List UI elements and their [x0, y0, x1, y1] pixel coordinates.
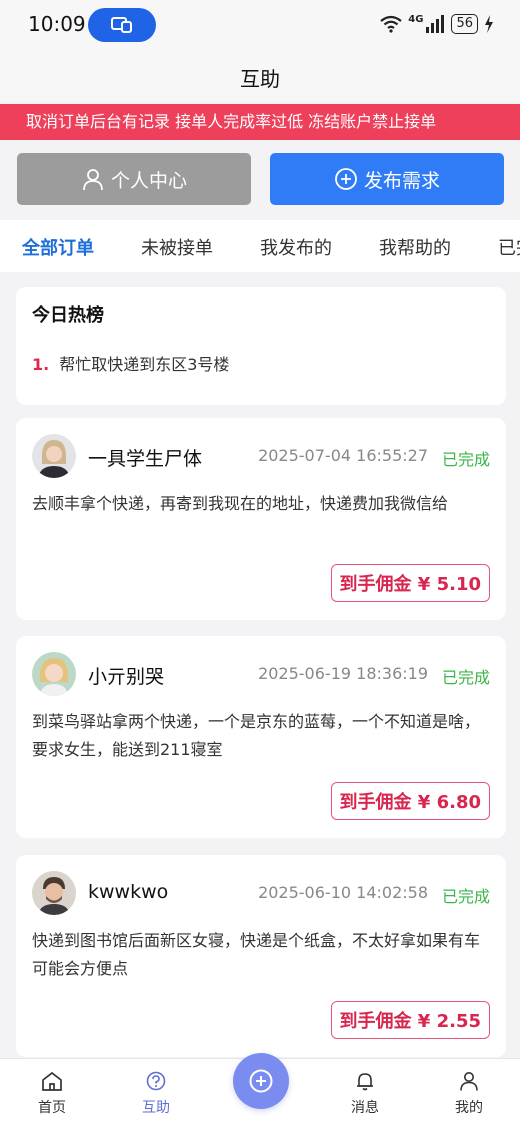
order-card[interactable]: 小亓别哭 2025-06-19 18:36:19 已完成 到菜鸟驿站拿两个快递，…	[16, 636, 506, 838]
avatar	[32, 871, 76, 915]
personal-center-label: 个人中心	[110, 169, 187, 192]
nav-mine[interactable]: 我的	[439, 1071, 499, 1117]
commission-badge: 到手佣金 ¥ 2.55	[330, 1001, 490, 1039]
order-tabs: 全部订单 未被接单 我发布的 我帮助的 已完成	[0, 220, 520, 272]
order-status: 已完成	[441, 450, 490, 469]
bell-icon	[357, 1073, 373, 1091]
tab-my-published[interactable]: 我发布的	[260, 234, 332, 260]
plus-circle-icon	[249, 1069, 273, 1093]
user-icon	[83, 169, 103, 191]
order-status: 已完成	[441, 668, 490, 687]
status-time: 10:09	[28, 12, 86, 36]
home-icon	[42, 1071, 62, 1091]
page-header: 互助	[0, 50, 520, 102]
order-card[interactable]: 一具学生尸体 2025-07-04 16:55:27 已完成 去顺丰拿个快递，再…	[16, 418, 506, 620]
tab-unaccepted[interactable]: 未被接单	[141, 234, 213, 260]
nav-home-label: 首页	[38, 1100, 66, 1116]
network-type: 4G	[408, 14, 424, 25]
order-content: 去顺丰拿个快递，再寄到我现在的地址，快递费加我微信给	[32, 494, 449, 513]
help-circle-icon	[146, 1071, 166, 1091]
status-indicators: 4G 56	[380, 14, 494, 34]
tab-completed[interactable]: 已完成	[498, 234, 520, 260]
order-time: 2025-06-19 18:36:19	[258, 664, 428, 683]
order-status: 已完成	[441, 887, 490, 906]
tab-my-helped[interactable]: 我帮助的	[379, 234, 451, 260]
order-content: 快递到图书馆后面新区女寝，快递是个纸盒，不太好拿如果有车可能会方便点	[32, 931, 481, 978]
screen-cast-indicator[interactable]	[88, 8, 156, 42]
notice-banner: 取消订单后台有记录 接单人完成率过低 冻结账户禁止接单	[0, 104, 520, 140]
order-content: 到菜鸟驿站拿两个快递，一个是京东的蓝莓，一个不知道是啥，要求女生，能送到211寝…	[32, 712, 481, 759]
nav-mutual-aid-label: 互助	[142, 1100, 170, 1116]
commission-badge: 到手佣金 ¥ 6.80	[330, 782, 490, 820]
nav-home[interactable]: 首页	[22, 1071, 82, 1117]
avatar	[32, 434, 76, 478]
signal-icon	[426, 15, 445, 33]
nav-messages[interactable]: 消息	[335, 1071, 395, 1117]
cast-icon	[111, 17, 132, 33]
wifi-icon	[380, 15, 402, 33]
avatar	[32, 652, 76, 696]
bottom-nav: 首页 互助 消息 我的	[0, 1053, 520, 1127]
plus-circle-icon	[335, 168, 357, 190]
order-card[interactable]: kwwkwo 2025-06-10 14:02:58 已完成 快递到图书馆后面新…	[16, 855, 506, 1057]
hot-list-card: 今日热榜 1. 帮忙取快递到东区3号楼	[16, 287, 506, 405]
order-username: 一具学生尸体	[88, 448, 203, 470]
nav-mine-label: 我的	[455, 1100, 483, 1116]
publish-request-label: 发布需求	[363, 169, 440, 192]
status-bar: 10:09 4G 56	[0, 0, 520, 50]
nav-mutual-aid[interactable]: 互助	[126, 1071, 186, 1117]
hot-list-rank: 1.	[32, 355, 50, 374]
order-username: 小亓别哭	[88, 666, 165, 688]
order-username: kwwkwo	[88, 881, 169, 903]
charging-icon	[485, 15, 493, 33]
hot-list-text: 帮忙取快递到东区3号楼	[59, 355, 230, 374]
personal-center-button[interactable]: 个人中心	[17, 153, 251, 205]
user-icon	[460, 1072, 478, 1091]
order-time: 2025-07-04 16:55:27	[258, 446, 428, 465]
nav-messages-label: 消息	[351, 1100, 379, 1116]
order-time: 2025-06-10 14:02:58	[258, 883, 428, 902]
add-fab-button[interactable]	[233, 1053, 289, 1109]
hot-list-item[interactable]: 1. 帮忙取快递到东区3号楼	[32, 351, 229, 375]
commission-badge: 到手佣金 ¥ 5.10	[330, 564, 490, 602]
battery-indicator: 56	[451, 14, 478, 34]
tab-all-orders[interactable]: 全部订单	[22, 234, 94, 260]
page-title: 互助	[240, 67, 280, 91]
hot-list-title: 今日热榜	[32, 305, 104, 326]
publish-request-button[interactable]: 发布需求	[270, 153, 504, 205]
